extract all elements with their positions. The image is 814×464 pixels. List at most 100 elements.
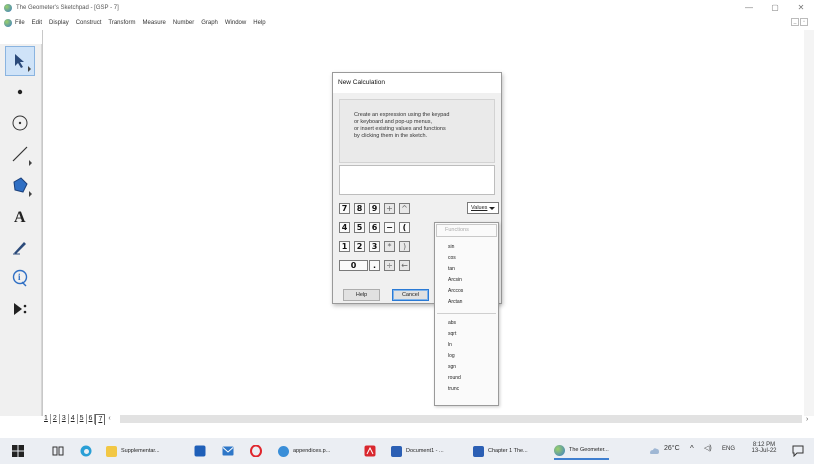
temperature[interactable]: 26°C: [664, 445, 680, 452]
dialog-instructions: Create an expression using the keypad or…: [339, 99, 495, 163]
key-7[interactable]: 7: [339, 203, 350, 214]
custom-tool[interactable]: [5, 294, 35, 324]
opera-icon[interactable]: [250, 445, 262, 457]
key-0[interactable]: 0: [339, 260, 368, 271]
page-tab-3[interactable]: 3: [60, 414, 69, 424]
page-tab-1[interactable]: 1: [42, 414, 51, 424]
function-arccos[interactable]: Arccos: [448, 288, 463, 294]
page-tab-5[interactable]: 5: [78, 414, 87, 424]
vertical-scrollbar[interactable]: [804, 30, 814, 416]
point-tool[interactable]: [5, 77, 35, 107]
menu-display[interactable]: Display: [49, 20, 69, 26]
key-6[interactable]: 6: [369, 222, 380, 233]
document-restore-button[interactable]: ▫: [800, 18, 808, 26]
key-minus[interactable]: −: [384, 222, 395, 233]
key-power[interactable]: ^: [399, 203, 410, 214]
straightedge-icon: [12, 146, 28, 162]
key-1[interactable]: 1: [339, 241, 350, 252]
taskbar-app-geometers-sketchpad[interactable]: The Geometer...: [554, 442, 609, 460]
mail-icon[interactable]: [222, 445, 234, 457]
polygon-icon: [13, 177, 28, 193]
key-multiply[interactable]: *: [384, 241, 395, 252]
function-sgn[interactable]: sgn: [448, 364, 456, 370]
page-tab-6[interactable]: 6: [87, 414, 96, 424]
expression-field[interactable]: [339, 165, 495, 195]
scroll-right-icon[interactable]: ›: [806, 416, 814, 423]
page-tab-7[interactable]: 7: [95, 413, 106, 425]
clock[interactable]: 8:12 PM 13-Jul-22: [748, 442, 780, 454]
document-icon[interactable]: [4, 19, 12, 27]
text-tool[interactable]: A: [5, 201, 35, 231]
toolbox: A i: [0, 44, 42, 416]
menu-edit[interactable]: Edit: [32, 20, 42, 26]
menu-file[interactable]: File: [15, 20, 25, 26]
taskbar-app-supplementary[interactable]: Supplementar...: [106, 442, 160, 460]
taskbar-app-document1[interactable]: Document1 - ...: [391, 442, 444, 460]
straightedge-tool[interactable]: [5, 139, 35, 169]
compass-tool[interactable]: [5, 108, 35, 138]
function-sin[interactable]: sin: [448, 244, 454, 250]
menu-number[interactable]: Number: [173, 20, 194, 26]
key-3[interactable]: 3: [369, 241, 380, 252]
information-tool[interactable]: i: [5, 263, 35, 293]
function-log[interactable]: log: [448, 353, 455, 359]
compass-icon: [12, 115, 28, 131]
function-cos[interactable]: cos: [448, 255, 456, 261]
windows-start-icon[interactable]: [12, 445, 24, 457]
key-open-paren[interactable]: (: [399, 222, 410, 233]
text-icon: A: [14, 209, 26, 225]
key-divide[interactable]: ÷: [384, 260, 395, 271]
language-indicator[interactable]: ENG: [722, 446, 735, 452]
chevron-down-icon: [489, 207, 495, 210]
dialog-title: New Calculation: [333, 73, 501, 93]
function-arcsin[interactable]: Arcsin: [448, 277, 462, 283]
selection-arrow-tool[interactable]: [5, 46, 35, 76]
close-button[interactable]: ✕: [788, 0, 814, 16]
minimize-button[interactable]: —: [736, 0, 762, 16]
key-close-paren[interactable]: ): [399, 241, 410, 252]
function-round[interactable]: round: [448, 375, 461, 381]
taskbar-app-chapter1[interactable]: Chapter 1 The...: [473, 442, 528, 460]
menu-measure[interactable]: Measure: [143, 20, 166, 26]
menu-window[interactable]: Window: [225, 20, 246, 26]
volume-icon[interactable]: ◁): [704, 444, 712, 452]
scroll-left-icon[interactable]: ‹: [108, 414, 116, 424]
function-arctan[interactable]: Arctan: [448, 299, 462, 305]
maximize-button[interactable]: ▢: [762, 0, 788, 16]
function-ln[interactable]: ln: [448, 342, 452, 348]
page-tab-2[interactable]: 2: [51, 414, 60, 424]
help-button[interactable]: Help: [343, 289, 380, 301]
key-plus[interactable]: +: [384, 203, 395, 214]
cancel-button[interactable]: Cancel: [392, 289, 429, 301]
function-trunc[interactable]: trunc: [448, 386, 459, 392]
function-sqrt[interactable]: sqrt: [448, 331, 456, 337]
page-tab-4[interactable]: 4: [69, 414, 78, 424]
menu-construct[interactable]: Construct: [76, 20, 102, 26]
function-tan[interactable]: tan: [448, 266, 455, 272]
taskbar-app-appendices[interactable]: appendices.p...: [278, 442, 330, 460]
key-5[interactable]: 5: [354, 222, 365, 233]
menu-transform[interactable]: Transform: [108, 20, 135, 26]
key-9[interactable]: 9: [369, 203, 380, 214]
polygon-tool[interactable]: [5, 170, 35, 200]
pdf-reader-icon[interactable]: [364, 445, 376, 457]
key-2[interactable]: 2: [354, 241, 365, 252]
notification-icon[interactable]: [792, 445, 804, 457]
function-abs[interactable]: abs: [448, 320, 456, 326]
key-decimal[interactable]: .: [369, 260, 380, 271]
weather-cloud-icon[interactable]: [648, 445, 660, 457]
menu-bar: File Edit Display Construct Transform Me…: [0, 16, 814, 30]
store-icon[interactable]: [194, 445, 206, 457]
document-minimize-button[interactable]: _: [791, 18, 799, 26]
horizontal-scrollbar[interactable]: [120, 415, 802, 423]
menu-graph[interactable]: Graph: [201, 20, 218, 26]
key-4[interactable]: 4: [339, 222, 350, 233]
edge-browser-icon[interactable]: [80, 445, 92, 457]
key-backspace[interactable]: ←: [399, 260, 410, 271]
menu-help[interactable]: Help: [253, 20, 265, 26]
task-view-icon[interactable]: [52, 445, 64, 457]
chevron-up-icon[interactable]: ^: [690, 444, 694, 453]
key-8[interactable]: 8: [354, 203, 365, 214]
marker-tool[interactable]: [5, 232, 35, 262]
values-dropdown[interactable]: Values: [467, 202, 499, 214]
